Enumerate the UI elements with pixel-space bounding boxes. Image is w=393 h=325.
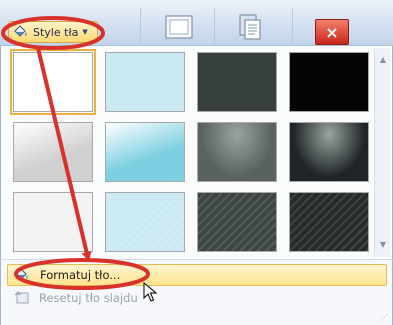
slide-frame-icon xyxy=(164,14,194,44)
background-styles-label: Style tła xyxy=(33,25,79,39)
background-style-thumbnail[interactable] xyxy=(197,192,277,252)
background-style-thumbnail[interactable] xyxy=(105,52,185,112)
background-style-thumbnail[interactable] xyxy=(13,192,93,252)
background-style-thumbnail[interactable] xyxy=(197,52,277,112)
paint-bucket-icon xyxy=(13,24,29,41)
close-button[interactable]: × xyxy=(315,19,349,45)
background-style-thumbnail[interactable] xyxy=(289,192,369,252)
close-icon: × xyxy=(325,22,339,42)
background-style-thumbnail[interactable] xyxy=(10,49,96,115)
background-styles-gallery: ▲ ▼ xyxy=(0,46,393,259)
format-background-label: Formatuj tło... xyxy=(40,268,121,282)
ribbon: Style tła ▼ × xyxy=(0,0,393,46)
background-style-thumbnail[interactable] xyxy=(289,52,369,112)
paint-bucket-icon xyxy=(14,267,30,284)
background-style-thumbnail[interactable] xyxy=(105,122,185,182)
background-style-thumbnail[interactable] xyxy=(289,122,369,182)
chevron-down-icon: ▼ xyxy=(82,28,88,36)
ribbon-separator xyxy=(214,8,215,46)
format-background-menu-item[interactable]: Formatuj tło... xyxy=(7,264,387,286)
paste-slide-button[interactable] xyxy=(228,13,270,45)
ribbon-separator xyxy=(140,8,141,46)
clipboard-icon xyxy=(234,13,264,45)
background-style-thumbnail[interactable] xyxy=(105,192,185,252)
background-style-thumbnail[interactable] xyxy=(13,122,93,182)
background-style-thumbnail[interactable] xyxy=(197,122,277,182)
reset-background-label: Resetuj tło slajdu xyxy=(39,291,138,305)
ribbon-separator xyxy=(292,8,293,46)
gallery-scrollbar[interactable]: ▲ ▼ xyxy=(374,48,390,257)
scroll-up-icon[interactable]: ▲ xyxy=(377,54,389,66)
background-styles-button[interactable]: Style tła ▼ xyxy=(8,21,98,43)
mouse-pointer-icon xyxy=(143,281,158,306)
gallery-menu: Formatuj tło... Resetuj tło slajdu ⋰ xyxy=(0,259,393,325)
hide-background-graphics-button[interactable] xyxy=(158,13,200,45)
reset-slide-icon xyxy=(13,290,29,307)
resize-grip-icon[interactable]: ⋰ xyxy=(380,313,388,322)
reset-background-menu-item[interactable]: Resetuj tło slajdu xyxy=(7,287,387,309)
scroll-down-icon[interactable]: ▼ xyxy=(377,239,389,251)
